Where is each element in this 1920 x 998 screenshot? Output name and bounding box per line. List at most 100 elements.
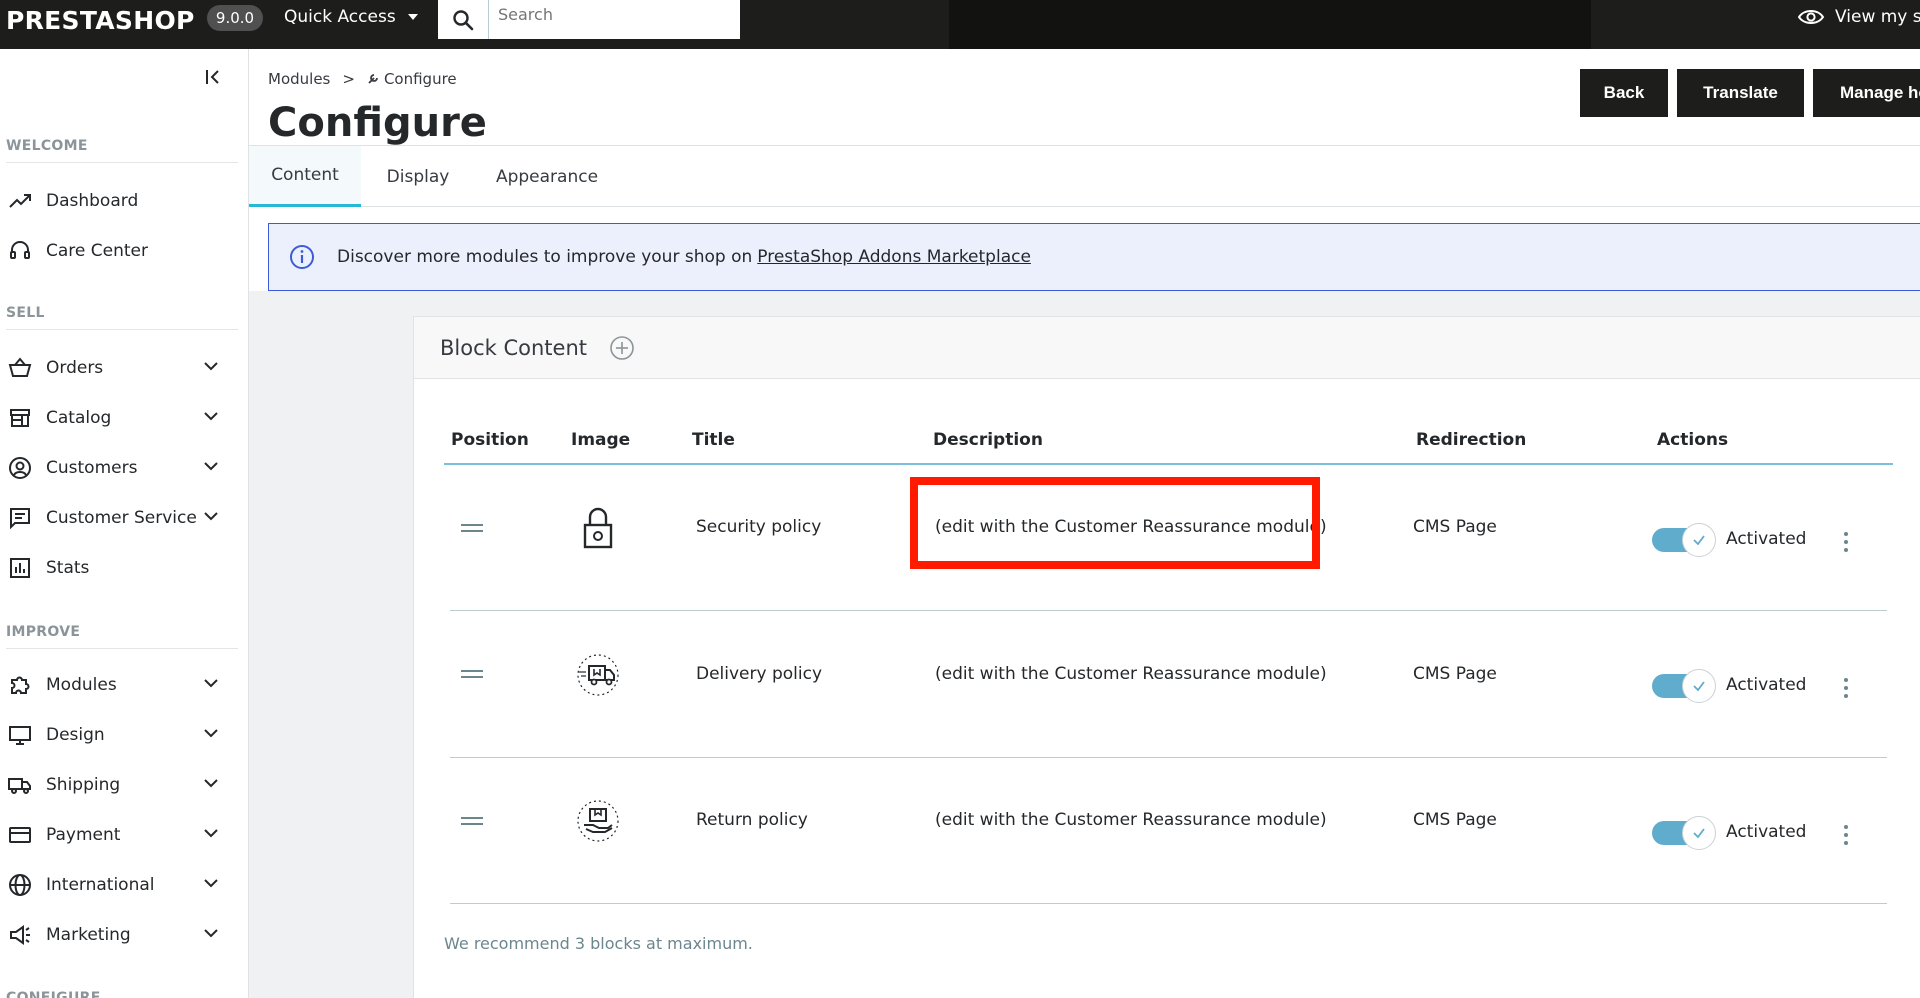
more-actions-icon[interactable] [1840, 823, 1852, 847]
sidebar-item-modules[interactable]: Modules [6, 665, 238, 705]
info-icon [290, 245, 314, 269]
column-header-image: Image [571, 430, 631, 450]
plus-circle-icon [610, 335, 634, 360]
sidebar-item-label: Stats [46, 558, 90, 578]
chevron-down-icon [204, 879, 218, 888]
sidebar: WELCOME Dashboard Care Center SELL Order… [0, 49, 249, 998]
check-icon [1682, 523, 1716, 557]
chevron-down-icon [204, 362, 218, 371]
search-icon [453, 9, 474, 30]
tab-display[interactable]: Display [361, 146, 475, 207]
alert-text: Discover more modules to improve your sh… [337, 247, 753, 267]
sidebar-item-label: Customer Service [46, 508, 197, 528]
chevron-down-icon [204, 929, 218, 938]
sidebar-item-customers[interactable]: Customers [6, 448, 238, 488]
sidebar-item-label: Modules [46, 675, 117, 695]
sidebar-item-care-center[interactable]: Care Center [6, 231, 238, 271]
column-header-description: Description [933, 430, 1043, 450]
sidebar-item-orders[interactable]: Orders [6, 348, 238, 388]
breadcrumb-current: Configure [383, 70, 457, 88]
recommend-note: We recommend 3 blocks at maximum. [444, 934, 753, 953]
row-redirection: CMS Page [1413, 517, 1497, 537]
quick-access-label: Quick Access [284, 7, 396, 27]
sidebar-item-marketing[interactable]: Marketing [6, 915, 238, 955]
nav-section-welcome: WELCOME [6, 138, 238, 163]
row-divider [450, 903, 1887, 904]
view-my-store-link[interactable]: View my store [1797, 0, 1920, 34]
trending-up-icon [6, 187, 34, 215]
column-header-title: Title [692, 430, 735, 450]
credit-card-icon [6, 821, 34, 849]
chevron-down-icon [204, 462, 218, 471]
add-block-button[interactable] [609, 335, 635, 361]
column-header-actions: Actions [1657, 430, 1729, 450]
info-alert: Discover more modules to improve your sh… [268, 223, 1920, 291]
search-button[interactable] [438, 0, 489, 39]
page-title: Configure [268, 100, 487, 146]
sidebar-item-customer-service[interactable]: Customer Service [6, 498, 238, 538]
check-icon [1682, 816, 1716, 850]
status-toggle[interactable] [1652, 815, 1716, 850]
addons-marketplace-link[interactable]: PrestaShop Addons Marketplace [757, 247, 1031, 267]
sidebar-item-international[interactable]: International [6, 865, 238, 905]
check-icon [1682, 669, 1716, 703]
status-toggle[interactable] [1652, 668, 1716, 703]
headset-icon [6, 237, 34, 265]
back-button[interactable]: Back [1580, 69, 1668, 117]
status-label: Activated [1726, 822, 1807, 842]
tab-appearance[interactable]: Appearance [475, 146, 619, 207]
chat-icon [6, 504, 34, 532]
sidebar-item-label: Marketing [46, 925, 131, 945]
view-store-label: View my store [1835, 7, 1920, 27]
row-redirection: CMS Page [1413, 810, 1497, 830]
row-title: Delivery policy [696, 664, 823, 684]
drag-handle-icon[interactable] [461, 670, 483, 680]
store-icon [6, 404, 34, 432]
breadcrumb-modules-link[interactable]: Modules [268, 70, 330, 88]
status-label: Activated [1726, 529, 1807, 549]
truck-icon [6, 771, 34, 799]
row-title: Security policy [696, 517, 822, 537]
status-toggle[interactable] [1652, 522, 1716, 557]
more-actions-icon[interactable] [1840, 676, 1852, 700]
chevron-down-icon [204, 779, 218, 788]
sidebar-item-label: Customers [46, 458, 138, 478]
column-header-position: Position [451, 430, 529, 450]
nav-section-improve: IMPROVE [6, 624, 238, 649]
sidebar-item-stats[interactable]: Stats [6, 548, 238, 588]
return-box-icon [575, 798, 621, 844]
row-title: Return policy [696, 810, 808, 830]
breadcrumb-separator: > [342, 70, 355, 88]
sidebar-item-catalog[interactable]: Catalog [6, 398, 238, 438]
row-divider [450, 757, 1887, 758]
sidebar-item-dashboard[interactable]: Dashboard [6, 181, 238, 221]
more-actions-icon[interactable] [1840, 530, 1852, 554]
chevron-down-icon [204, 729, 218, 738]
table-header-divider [444, 463, 1893, 465]
sidebar-item-label: Payment [46, 825, 121, 845]
search-input[interactable] [489, 0, 740, 28]
row-description: (edit with the Customer Reassurance modu… [935, 810, 1327, 830]
drag-handle-icon[interactable] [461, 524, 483, 534]
translate-button[interactable]: Translate [1677, 69, 1804, 117]
chevron-down-icon [204, 679, 218, 688]
prestashop-logo[interactable]: PRESTASHOP [6, 2, 195, 38]
card-title: Block Content [440, 335, 587, 360]
quick-access-dropdown[interactable]: Quick Access [284, 0, 418, 34]
sidebar-item-label: International [46, 875, 155, 895]
sidebar-item-shipping[interactable]: Shipping [6, 765, 238, 805]
manage-hooks-button[interactable]: Manage hooks [1813, 69, 1920, 117]
chevron-down-icon [204, 829, 218, 838]
drag-handle-icon[interactable] [461, 817, 483, 827]
tab-content[interactable]: Content [249, 146, 361, 207]
monitor-icon [6, 721, 34, 749]
sidebar-item-payment[interactable]: Payment [6, 815, 238, 855]
basket-icon [6, 354, 34, 382]
globe-icon [6, 871, 34, 899]
collapse-sidebar-button[interactable] [200, 64, 226, 90]
chevron-down-icon [204, 512, 218, 521]
tab-bar: Content Display Appearance [249, 146, 1920, 207]
row-description: (edit with the Customer Reassurance modu… [935, 664, 1327, 684]
sidebar-item-design[interactable]: Design [6, 715, 238, 755]
sidebar-item-label: Catalog [46, 408, 112, 428]
